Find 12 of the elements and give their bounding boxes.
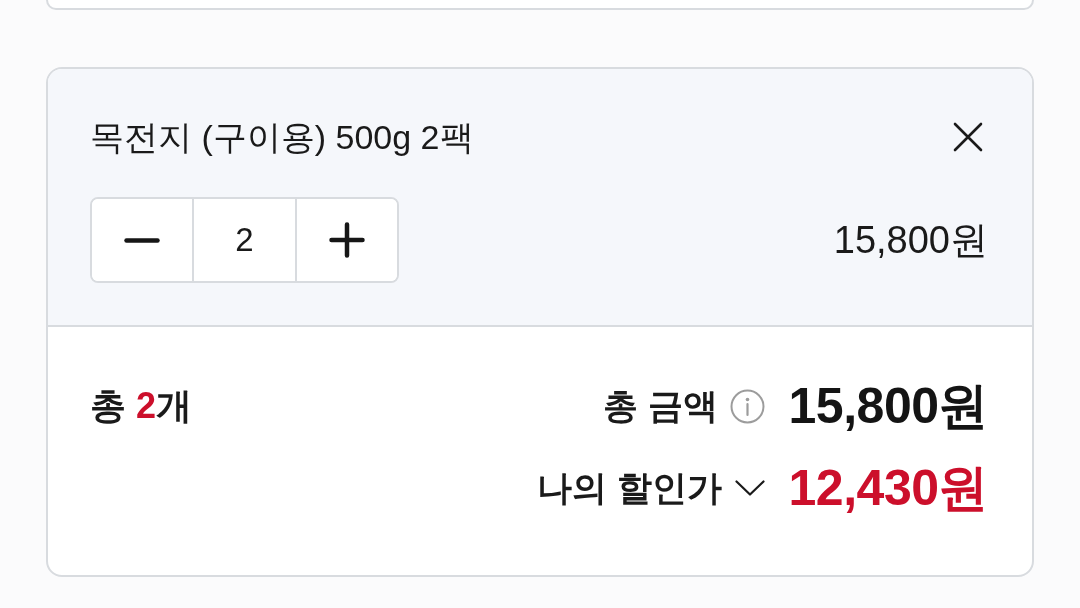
product-title: 목전지 (구이용) 500g 2팩 bbox=[90, 117, 474, 157]
item-price: 15,800원 bbox=[833, 218, 988, 262]
total-count: 총 2개 bbox=[90, 384, 193, 428]
total-amount-label: 총 금액 bbox=[602, 384, 718, 427]
discount-price-label: 나의 할인가 bbox=[536, 466, 722, 509]
chevron-down-icon[interactable] bbox=[734, 480, 765, 496]
minus-icon bbox=[124, 237, 160, 243]
plus-icon bbox=[329, 222, 365, 258]
total-amount: 15,800원 bbox=[788, 376, 988, 436]
close-icon[interactable] bbox=[953, 122, 983, 152]
info-icon[interactable] bbox=[729, 388, 765, 424]
discount-price: 12,430원 bbox=[788, 458, 988, 518]
